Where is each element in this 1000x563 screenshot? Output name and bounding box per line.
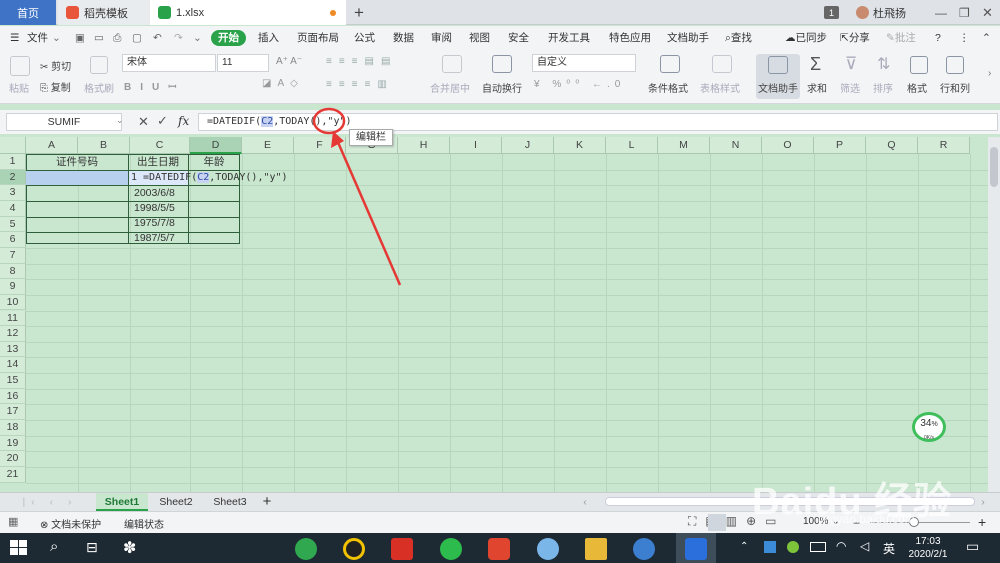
qq-icon[interactable]	[343, 538, 365, 560]
sheet-tab-3[interactable]: Sheet3	[204, 493, 256, 511]
folder-icon[interactable]	[585, 538, 607, 560]
sheet-nav-icons[interactable]: |‹ ‹ › ›|	[10, 493, 90, 526]
clock[interactable]: 17:03 2020/2/1	[906, 535, 950, 561]
tray-green-icon[interactable]	[787, 541, 799, 553]
notifications-icon[interactable]: ▭	[966, 538, 979, 555]
taskbar: ⌕ ⊟ ✽ ⌃ ◠ ◁ 英 17:03 2020/2/1 ▭	[0, 533, 1000, 563]
wechat-icon[interactable]	[440, 538, 462, 560]
ime-indicator[interactable]: 英	[883, 540, 895, 557]
hscroll-left-icon[interactable]: ‹	[580, 493, 590, 511]
wps-icon[interactable]	[685, 538, 707, 560]
shield-icon: ⊗	[40, 520, 49, 531]
wifi-icon[interactable]: ◠	[836, 539, 846, 553]
watermark-url: jingyan.baidu.com	[818, 512, 915, 526]
edit-mode: 编辑状态	[124, 520, 164, 531]
hscroll-right-icon[interactable]: ›	[978, 493, 988, 511]
tooltip-formula-bar: 编辑栏	[349, 129, 393, 146]
annotation-arrow-line	[335, 139, 402, 286]
chat-app-icon[interactable]	[537, 538, 559, 560]
search-icon[interactable]: ⌕	[50, 538, 58, 555]
sheet-tab-2[interactable]: Sheet2	[150, 493, 202, 511]
protect-status[interactable]: ⊗ 文档未保护	[40, 516, 101, 531]
layout-icon[interactable]: ▦	[8, 515, 18, 528]
tim-icon[interactable]	[633, 538, 655, 560]
add-sheet-button[interactable]: +	[258, 493, 276, 511]
annotation-arrow-head	[331, 131, 344, 148]
wps-pdf-icon[interactable]	[391, 538, 413, 560]
browser-icon[interactable]	[295, 538, 317, 560]
volume-icon[interactable]: ◁	[860, 539, 869, 553]
power-app-icon[interactable]	[488, 538, 510, 560]
tray-expand-icon[interactable]: ⌃	[740, 541, 748, 552]
battery-icon[interactable]	[810, 542, 826, 552]
annotation-circle	[312, 107, 346, 135]
pinwheel-icon[interactable]: ✽	[123, 538, 136, 558]
tray-box-icon[interactable]	[764, 541, 776, 553]
windows-start-icon[interactable]	[10, 540, 27, 556]
zoom-in-button[interactable]: +	[978, 514, 986, 530]
normal-view-highlight	[708, 514, 726, 531]
sheet-tab-1[interactable]: Sheet1	[96, 493, 148, 511]
task-view-icon[interactable]: ⊟	[86, 539, 98, 556]
